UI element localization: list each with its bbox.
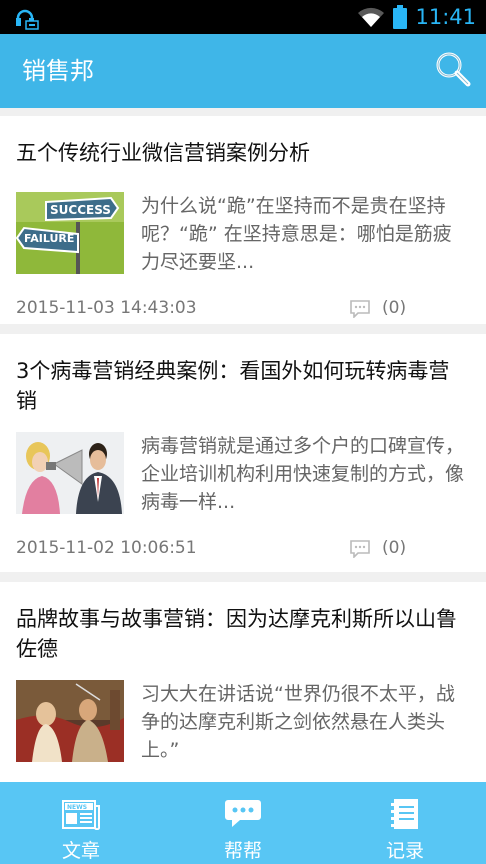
comment-icon [350,300,370,318]
chat-icon [225,800,261,827]
article-date: 2015-11-02 10:06:51 [16,538,197,558]
article-title: 品牌故事与故事营销：因为达摩克利斯所以山鲁佐德 [16,607,457,661]
notebook-icon [391,799,418,829]
nav-item-articles[interactable]: NEWS 文章 [0,782,162,864]
article-title: 3个病毒营销经典案例：看国外如何玩转病毒营销 [16,359,450,413]
svg-text:NEWS: NEWS [67,804,87,811]
article-card[interactable]: 五个传统行业微信营销案例分析 SUCCESS FAILURE 为什么说“跪”在坚… [0,116,486,324]
notification-icon [16,9,39,30]
article-summary: 病毒营销就是通过多个户的口碑宣传，企业培训机构利用快速复制的方式，像病毒一样..… [141,435,465,513]
article-thumbnail [16,680,124,762]
nav-label: 帮帮 [223,840,262,862]
comment-icon [350,540,370,558]
app-title: 销售邦 [22,57,94,85]
status-time: 11:41 [415,5,476,29]
article-title: 五个传统行业微信营销案例分析 [16,141,310,165]
nav-label: 文章 [61,840,100,862]
comment-count: (0) [382,298,407,318]
bottom-nav: NEWS 文章 帮帮 记录 [0,782,486,864]
article-summary: 习大大在讲话说“世界仍很不太平，战争的达摩克利斯之剑依然悬在人类头上。” [141,683,455,761]
search-icon[interactable] [434,50,472,88]
battery-icon [393,5,408,29]
nav-label: 记录 [385,840,424,862]
article-list[interactable]: 五个传统行业微信营销案例分析 SUCCESS FAILURE 为什么说“跪”在坚… [0,108,486,782]
status-bar: 11:41 [0,0,486,34]
article-card[interactable]: 3个病毒营销经典案例：看国外如何玩转病毒营销 病毒营销就是通过多个户的口碑宣传，… [0,334,486,572]
wifi-icon [358,7,385,28]
nav-item-help[interactable]: 帮帮 [162,782,324,864]
article-thumbnail [16,432,124,514]
news-icon: NEWS [62,800,100,830]
nav-item-records[interactable]: 记录 [324,782,486,864]
comment-count: (0) [382,538,407,558]
article-date: 2015-11-03 14:43:03 [16,298,197,318]
article-summary: 为什么说“跪”在坚持而不是贵在坚持呢？“跪” 在坚持意思是：哪怕是筋疲力尽还要坚… [141,195,452,273]
article-thumbnail: SUCCESS FAILURE [16,192,124,274]
svg-text:FAILURE: FAILURE [24,232,74,245]
app-bar: 销售邦 [0,34,486,108]
article-card[interactable]: 品牌故事与故事营销：因为达摩克利斯所以山鲁佐德 习大大在讲话说“世界仍很不太平，… [0,582,486,782]
svg-text:SUCCESS: SUCCESS [50,203,111,217]
